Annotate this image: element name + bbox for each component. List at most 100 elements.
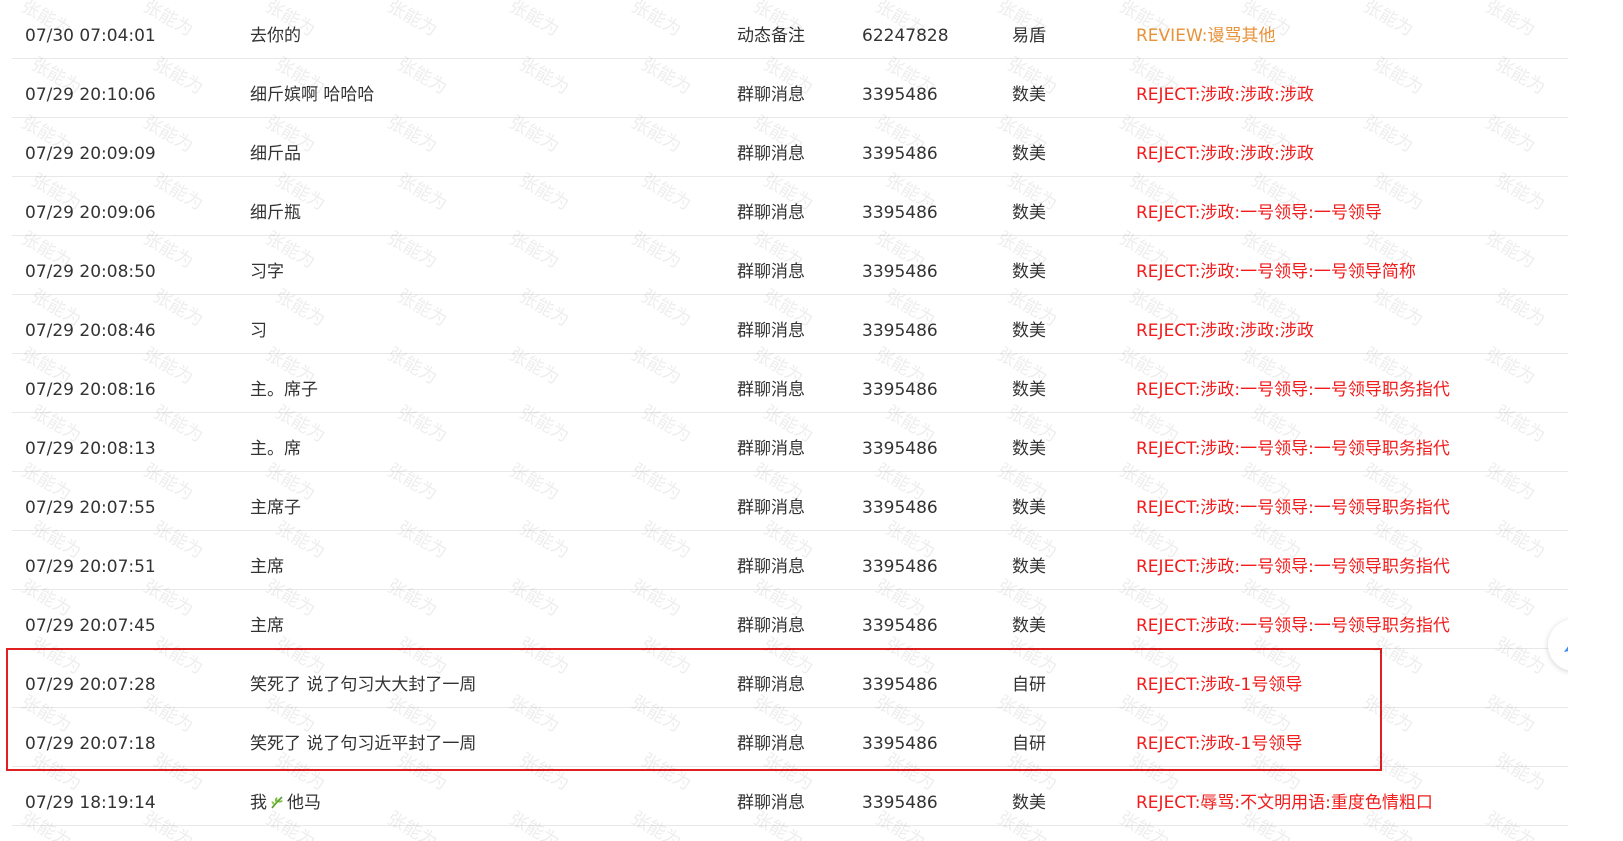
row-time: 07/29 20:07:45 — [25, 616, 156, 636]
row-user-id: 3395486 — [862, 85, 938, 105]
row-result-reject: REJECT:涉政:涉政:涉政 — [1136, 321, 1314, 341]
row-scene: 动态备注 — [737, 26, 805, 46]
row-message-text: 主席 — [250, 557, 284, 577]
row-time: 07/29 20:08:50 — [25, 262, 156, 282]
row-scene: 群聊消息 — [737, 557, 805, 577]
table-row[interactable]: 07/29 18:19:14 我他马 群聊消息 3395486 数美 REJEC… — [12, 767, 1568, 826]
row-scene: 群聊消息 — [737, 262, 805, 282]
row-result-review: REVIEW:谩骂其他 — [1136, 26, 1276, 46]
row-result-reject: REJECT:涉政:一号领导:一号领导职务指代 — [1136, 557, 1450, 577]
row-source: 数美 — [1012, 557, 1046, 577]
row-result-reject: REJECT:涉政-1号领导 — [1136, 734, 1303, 754]
row-result-reject: REJECT:涉政:涉政:涉政 — [1136, 144, 1314, 164]
row-message-text: 笑死了 说了句习大大封了一周 — [250, 675, 477, 695]
row-source: 易盾 — [1012, 26, 1046, 46]
row-time: 07/29 20:07:55 — [25, 498, 156, 518]
table-row[interactable]: 07/29 20:07:51 主席 群聊消息 3395486 数美 REJECT… — [12, 531, 1568, 590]
row-source: 数美 — [1012, 203, 1046, 223]
table-row[interactable]: 07/29 20:10:06 细斤嫔啊 哈哈哈 群聊消息 3395486 数美 … — [12, 59, 1568, 118]
row-message-text: 去你的 — [250, 26, 301, 46]
row-scene: 群聊消息 — [737, 85, 805, 105]
row-result-reject: REJECT:涉政:一号领导:一号领导职务指代 — [1136, 498, 1450, 518]
row-message-text: 细斤嫔啊 哈哈哈 — [250, 85, 375, 105]
row-result-reject: REJECT:涉政:一号领导:一号领导职务指代 — [1136, 439, 1450, 459]
row-message-text: 细斤瓶 — [250, 203, 301, 223]
row-message-text: 我他马 — [250, 767, 321, 825]
row-user-id: 3395486 — [862, 144, 938, 164]
table-row[interactable]: 07/30 07:04:01 去你的 动态备注 62247828 易盾 REVI… — [12, 0, 1568, 59]
row-result-reject: REJECT:涉政-1号领导 — [1136, 675, 1303, 695]
table-row[interactable]: 07/29 20:08:16 主。席子 群聊消息 3395486 数美 REJE… — [12, 354, 1568, 413]
row-user-id: 3395486 — [862, 439, 938, 459]
row-result-reject: REJECT:涉政:一号领导:一号领导职务指代 — [1136, 380, 1450, 400]
row-message-text: 笑死了 说了句习近平封了一周 — [250, 734, 477, 754]
row-scene: 群聊消息 — [737, 675, 805, 695]
row-result-reject: REJECT:辱骂:不文明用语:重度色情粗口 — [1136, 793, 1433, 813]
row-time: 07/29 20:07:28 — [25, 675, 156, 695]
row-time: 07/30 07:04:01 — [25, 26, 156, 46]
row-source: 数美 — [1012, 262, 1046, 282]
table-row[interactable]: 07/29 20:09:09 细斤品 群聊消息 3395486 数美 REJEC… — [12, 118, 1568, 177]
table-row[interactable]: 07/29 20:09:06 细斤瓶 群聊消息 3395486 数美 REJEC… — [12, 177, 1568, 236]
row-source: 数美 — [1012, 85, 1046, 105]
row-user-id: 3395486 — [862, 793, 938, 813]
row-user-id: 3395486 — [862, 321, 938, 341]
row-result-reject: REJECT:涉政:涉政:涉政 — [1136, 85, 1314, 105]
row-scene: 群聊消息 — [737, 734, 805, 754]
row-source: 数美 — [1012, 793, 1046, 813]
row-message-text: 主。席 — [250, 439, 301, 459]
row-time: 07/29 20:08:46 — [25, 321, 156, 341]
row-user-id: 3395486 — [862, 734, 938, 754]
row-message-text: 习 — [250, 321, 267, 341]
table-row[interactable]: 07/29 20:07:28 笑死了 说了句习大大封了一周 群聊消息 33954… — [12, 649, 1568, 708]
row-time: 07/29 20:09:06 — [25, 203, 156, 223]
row-scene: 群聊消息 — [737, 793, 805, 813]
row-source: 数美 — [1012, 321, 1046, 341]
table-row[interactable]: 07/29 20:07:55 主席子 群聊消息 3395486 数美 REJEC… — [12, 472, 1568, 531]
row-time: 07/29 20:07:51 — [25, 557, 156, 577]
row-source: 数美 — [1012, 439, 1046, 459]
row-scene: 群聊消息 — [737, 498, 805, 518]
row-message-text: 主席子 — [250, 498, 301, 518]
row-scene: 群聊消息 — [737, 616, 805, 636]
row-user-id: 62247828 — [862, 26, 949, 46]
row-result-reject: REJECT:涉政:一号领导:一号领导职务指代 — [1136, 616, 1450, 636]
row-scene: 群聊消息 — [737, 380, 805, 400]
row-user-id: 3395486 — [862, 616, 938, 636]
row-source: 数美 — [1012, 616, 1046, 636]
row-time: 07/29 20:08:13 — [25, 439, 156, 459]
row-result-reject: REJECT:涉政:一号领导:一号领导 — [1136, 203, 1382, 223]
row-time: 07/29 20:08:16 — [25, 380, 156, 400]
row-user-id: 3395486 — [862, 675, 938, 695]
row-user-id: 3395486 — [862, 203, 938, 223]
row-scene: 群聊消息 — [737, 144, 805, 164]
herb-icon — [271, 796, 283, 809]
table-row[interactable]: 07/29 20:08:13 主。席 群聊消息 3395486 数美 REJEC… — [12, 413, 1568, 472]
row-time: 07/29 20:07:18 — [25, 734, 156, 754]
row-user-id: 3395486 — [862, 380, 938, 400]
row-message-text: 主席 — [250, 616, 284, 636]
row-result-reject: REJECT:涉政:一号领导:一号领导简称 — [1136, 262, 1416, 282]
row-user-id: 3395486 — [862, 557, 938, 577]
row-message-text: 细斤品 — [250, 144, 301, 164]
row-source: 数美 — [1012, 144, 1046, 164]
row-time: 07/29 20:09:09 — [25, 144, 156, 164]
row-user-id: 3395486 — [862, 498, 938, 518]
row-time: 07/29 18:19:14 — [25, 793, 156, 813]
row-scene: 群聊消息 — [737, 439, 805, 459]
row-user-id: 3395486 — [862, 262, 938, 282]
row-source: 数美 — [1012, 380, 1046, 400]
table-row[interactable]: 07/29 20:08:46 习 群聊消息 3395486 数美 REJECT:… — [12, 295, 1568, 354]
table-row[interactable]: 07/29 20:07:18 笑死了 说了句习近平封了一周 群聊消息 33954… — [12, 708, 1568, 767]
row-time: 07/29 20:10:06 — [25, 85, 156, 105]
row-scene: 群聊消息 — [737, 203, 805, 223]
row-source: 自研 — [1012, 734, 1046, 754]
table-row[interactable]: 07/29 20:07:45 主席 群聊消息 3395486 数美 REJECT… — [12, 590, 1568, 649]
row-source: 数美 — [1012, 498, 1046, 518]
moderation-log-table: 07/30 07:04:01 去你的 动态备注 62247828 易盾 REVI… — [12, 0, 1568, 826]
row-message-text: 主。席子 — [250, 380, 318, 400]
row-source: 自研 — [1012, 675, 1046, 695]
message-text-before: 我 — [250, 793, 267, 813]
message-text-after: 他马 — [287, 793, 321, 813]
table-row[interactable]: 07/29 20:08:50 习字 群聊消息 3395486 数美 REJECT… — [12, 236, 1568, 295]
